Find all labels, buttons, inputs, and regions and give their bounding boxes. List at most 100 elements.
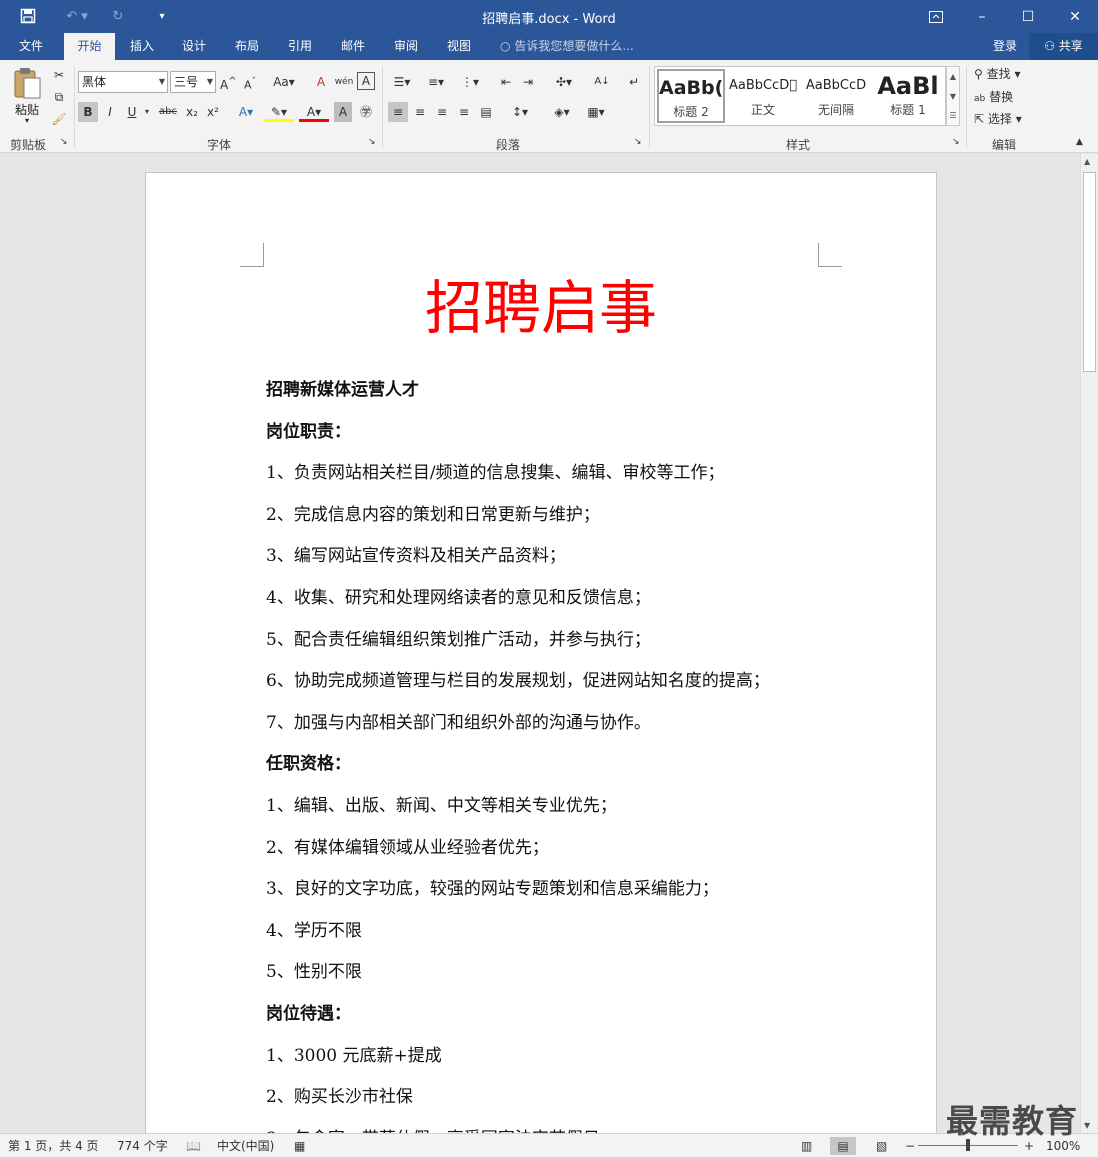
clear-formatting-icon[interactable]: A	[312, 72, 330, 92]
multilevel-list-icon[interactable]: ⋮▾	[456, 72, 484, 92]
cut-icon[interactable]: ✂	[50, 65, 68, 85]
font-size-combo[interactable]: 三号 ▼	[170, 71, 216, 93]
character-border-icon[interactable]: A	[357, 72, 375, 90]
zoom-out-icon[interactable]: −	[905, 1137, 915, 1155]
print-layout-icon[interactable]: ▤	[830, 1137, 856, 1155]
tab-insert[interactable]: 插入	[121, 33, 163, 60]
paste-dropdown-icon[interactable]: ▾	[8, 117, 46, 125]
dialog-launcher-icon[interactable]: ↘	[368, 136, 376, 148]
strikethrough-button[interactable]: abc	[156, 102, 180, 122]
align-center-icon[interactable]: ≡	[410, 102, 430, 122]
share-button[interactable]: ⚇ 共享	[1029, 33, 1098, 60]
paragraph-line: 2、购买长沙市社保	[266, 1087, 413, 1108]
chevron-up-icon[interactable]: ▲	[947, 67, 959, 87]
shading-icon[interactable]: ◈▾	[548, 102, 576, 122]
tab-references[interactable]: 引用	[279, 33, 321, 60]
line-spacing-icon[interactable]: ↕▾	[506, 102, 534, 122]
font-name-combo[interactable]: 黑体 ▼	[78, 71, 168, 93]
chevron-down-icon[interactable]: ▼	[947, 87, 959, 107]
minimize-button[interactable]: –	[959, 0, 1005, 33]
dialog-launcher-icon[interactable]: ↘	[952, 136, 960, 148]
page-count[interactable]: 第 1 页，共 4 页	[8, 1137, 99, 1155]
bold-button[interactable]: B	[78, 102, 98, 122]
font-color-icon[interactable]: A▾	[299, 102, 329, 122]
group-label-editing: 编辑	[992, 138, 1017, 152]
paste-button[interactable]: 粘贴 ▾	[8, 66, 46, 126]
maximize-button[interactable]: ☐	[1005, 0, 1051, 33]
text-effects-icon[interactable]: A▾	[232, 102, 260, 122]
login-button[interactable]: 登录	[993, 33, 1017, 60]
decrease-indent-icon[interactable]: ⇤	[496, 72, 516, 92]
bullets-icon[interactable]: ☰▾	[388, 72, 416, 92]
title-bar: ↶ ▾ ↻ ▾ 招聘启事.docx - Word – ☐ ✕	[0, 0, 1098, 33]
scrollbar-thumb[interactable]	[1083, 172, 1096, 372]
subscript-button[interactable]: x₂	[182, 102, 202, 122]
proofing-icon[interactable]: 📖	[186, 1137, 201, 1155]
italic-button[interactable]: I	[100, 102, 120, 122]
more-icon[interactable]: ☰	[947, 107, 959, 125]
document-body[interactable]: 招聘新媒体运营人才 岗位职责： 1、负责网站相关栏目/频道的信息搜集、编辑、审校等工…	[266, 378, 826, 1133]
grow-font-icon[interactable]: A^	[220, 72, 237, 92]
borders-icon[interactable]: ▦▾	[582, 102, 610, 122]
language[interactable]: 中文(中国)	[217, 1137, 274, 1155]
tab-mailings[interactable]: 邮件	[332, 33, 374, 60]
scroll-up-icon[interactable]: ▲	[1084, 157, 1090, 166]
tab-layout[interactable]: 布局	[226, 33, 268, 60]
styles-scroll[interactable]: ▲ ▼ ☰	[946, 66, 960, 126]
enclose-characters-icon[interactable]: ㊫	[356, 102, 376, 122]
numbering-icon[interactable]: ≡▾	[422, 72, 450, 92]
chevron-down-icon[interactable]: ▾	[142, 102, 152, 122]
find-button[interactable]: ⚲ 查找 ▾	[974, 64, 1034, 84]
phonetic-guide-icon[interactable]: wén	[334, 72, 354, 92]
change-case-icon[interactable]: Aa▾	[270, 72, 298, 92]
document-page[interactable]: 招聘启事 招聘新媒体运营人才 岗位职责： 1、负责网站相关栏目/频道的信息搜集、编辑…	[145, 172, 937, 1133]
tab-file[interactable]: 文件	[8, 33, 54, 60]
word-count[interactable]: 774 个字	[117, 1137, 168, 1155]
vertical-scrollbar[interactable]: ▲ ▼	[1080, 154, 1098, 1133]
select-label: 选择	[987, 112, 1012, 126]
distributed-icon[interactable]: ▤	[476, 102, 496, 122]
shrink-font-icon[interactable]: Aˇ	[242, 72, 258, 92]
replace-button[interactable]: ab 替换	[974, 87, 1034, 107]
close-button[interactable]: ✕	[1052, 0, 1098, 33]
style-heading-1[interactable]: AaBl 标题 1	[873, 69, 943, 123]
align-right-icon[interactable]: ≡	[432, 102, 452, 122]
macro-icon[interactable]: ▦	[294, 1137, 305, 1155]
superscript-button[interactable]: x²	[204, 102, 222, 122]
ribbon-display-icon[interactable]	[913, 0, 959, 33]
scroll-down-icon[interactable]: ▼	[1084, 1121, 1090, 1130]
character-shading-icon[interactable]: A	[334, 102, 352, 122]
clipboard-icon	[14, 68, 41, 99]
tab-review[interactable]: 审阅	[385, 33, 427, 60]
paragraph-line: 4、收集、研究和处理网络读者的意见和反馈信息；	[266, 587, 651, 608]
font-name-value: 黑体	[82, 75, 107, 89]
sort-icon[interactable]: A↓	[592, 72, 612, 92]
paragraph-line: 1、编辑、出版、新闻、中文等相关专业优先；	[266, 795, 617, 816]
align-left-icon[interactable]: ≡	[388, 102, 408, 122]
asian-layout-icon[interactable]: ✣▾	[550, 72, 578, 92]
group-label-paragraph: 段落	[496, 138, 521, 152]
tab-home[interactable]: 开始	[64, 33, 115, 60]
style-no-spacing[interactable]: AaBbCcD 无间隔	[801, 69, 871, 123]
justify-icon[interactable]: ≡	[454, 102, 474, 122]
web-layout-icon[interactable]: ▧	[876, 1137, 887, 1155]
style-normal[interactable]: AaBbCcD  正文	[727, 69, 799, 123]
style-heading-2[interactable]: AaBb( 标题 2	[657, 69, 725, 123]
read-mode-icon[interactable]: ▥	[801, 1137, 812, 1155]
dialog-launcher-icon[interactable]: ↘	[60, 136, 68, 148]
dialog-launcher-icon[interactable]: ↘	[634, 136, 642, 148]
paragraph-line: 4、学历不限	[266, 920, 362, 941]
increase-indent-icon[interactable]: ⇥	[518, 72, 538, 92]
select-button[interactable]: ⇱ 选择 ▾	[974, 109, 1034, 129]
copy-icon[interactable]: ⧉	[50, 87, 68, 107]
format-painter-icon[interactable]: 🖌	[50, 109, 68, 129]
collapse-ribbon-icon[interactable]: ▲	[1076, 136, 1083, 148]
tab-view[interactable]: 视图	[438, 33, 480, 60]
highlight-icon[interactable]: ✎▾	[264, 102, 294, 122]
section-heading: 招聘新媒体运营人才	[266, 380, 419, 400]
underline-button[interactable]: U	[122, 102, 142, 122]
show-marks-icon[interactable]: ↵	[626, 72, 642, 92]
tell-me-search[interactable]: ○ 告诉我您想要做什么...	[500, 33, 634, 60]
lightbulb-icon: ○	[500, 39, 511, 53]
tab-design[interactable]: 设计	[173, 33, 215, 60]
